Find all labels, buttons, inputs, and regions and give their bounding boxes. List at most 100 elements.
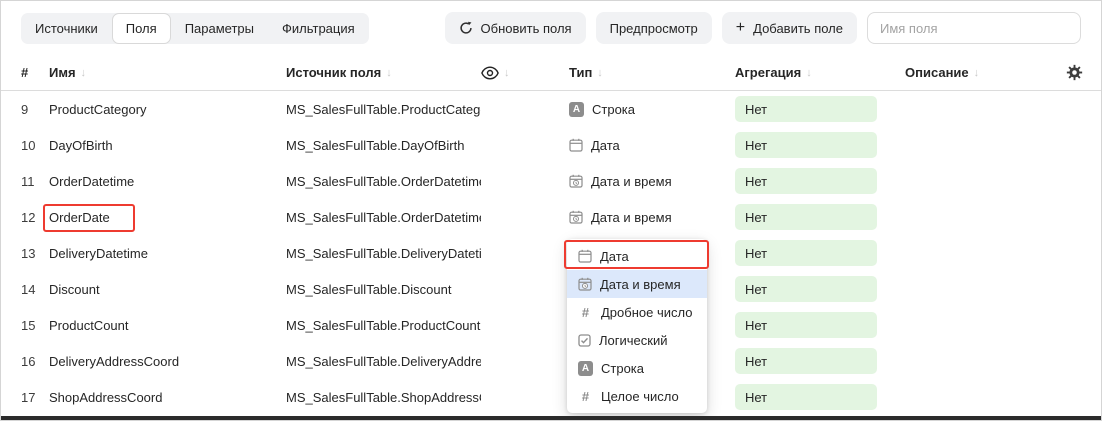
- field-name-cell[interactable]: Discount: [49, 282, 286, 297]
- header-aggregation[interactable]: Агрегация↓: [735, 65, 905, 80]
- table-header: # Имя↓ Источник поля↓ ↓ Тип↓ Агрегация↓ …: [1, 55, 1101, 91]
- type-option-string[interactable]: A Строка: [567, 354, 707, 382]
- field-name-cell[interactable]: ProductCount: [49, 318, 286, 333]
- type-option-boolean[interactable]: Логический: [567, 326, 707, 354]
- header-description[interactable]: Описание↓: [905, 65, 1055, 80]
- toolbar-actions: Обновить поля Предпросмотр + Добавить по…: [445, 12, 1081, 44]
- aggregation-badge[interactable]: Нет: [735, 276, 877, 302]
- field-source-cell: MS_SalesFullTable.ProductCategory: [286, 102, 481, 117]
- field-aggregation-select[interactable]: Нет: [735, 240, 905, 266]
- aggregation-badge[interactable]: Нет: [735, 312, 877, 338]
- field-type-select[interactable]: Дата: [569, 138, 735, 153]
- field-aggregation-select[interactable]: Нет: [735, 312, 905, 338]
- calendar-clock-icon: [569, 174, 583, 188]
- table-row: 11 OrderDatetime MS_SalesFullTable.Order…: [1, 163, 1101, 199]
- field-name-cell[interactable]: OrderDate: [49, 210, 286, 225]
- header-type[interactable]: Тип↓: [569, 65, 735, 80]
- aggregation-badge[interactable]: Нет: [735, 384, 877, 410]
- field-type-select[interactable]: A Строка: [569, 102, 735, 117]
- row-index: 11: [21, 174, 49, 189]
- field-source-cell: MS_SalesFullTable.ProductCount: [286, 318, 481, 333]
- sort-down-icon: ↓: [386, 67, 392, 79]
- sort-down-icon: ↓: [806, 67, 812, 79]
- row-index: 9: [21, 102, 49, 117]
- calendar-icon: [578, 249, 592, 263]
- table-row: 17 ShopAddressCoord MS_SalesFullTable.Sh…: [1, 379, 1101, 415]
- header-visibility[interactable]: ↓: [481, 66, 569, 80]
- sort-down-icon: ↓: [81, 67, 87, 79]
- sort-down-icon: ↓: [974, 67, 980, 79]
- type-option-integer[interactable]: # Целое число: [567, 382, 707, 410]
- field-type-label: Дата и время: [591, 210, 672, 225]
- field-aggregation-select[interactable]: Нет: [735, 348, 905, 374]
- field-type-label: Дата и время: [591, 174, 672, 189]
- field-name-search-input[interactable]: [867, 12, 1081, 44]
- field-name-cell[interactable]: DeliveryDatetime: [49, 246, 286, 261]
- header-source[interactable]: Источник поля↓: [286, 65, 481, 80]
- field-aggregation-select[interactable]: Нет: [735, 96, 905, 122]
- aggregation-badge[interactable]: Нет: [735, 132, 877, 158]
- preview-label: Предпросмотр: [610, 21, 698, 36]
- field-source-cell: MS_SalesFullTable.Discount: [286, 282, 481, 297]
- field-source-cell: MS_SalesFullTable.DeliveryAddressCoord: [286, 354, 481, 369]
- field-type-select[interactable]: Дата и время: [569, 174, 735, 189]
- field-type-select[interactable]: Дата и время: [569, 210, 735, 225]
- preview-button[interactable]: Предпросмотр: [596, 12, 712, 44]
- aggregation-badge[interactable]: Нет: [735, 204, 877, 230]
- add-field-label: Добавить поле: [753, 21, 843, 36]
- column-settings-button[interactable]: [1055, 64, 1101, 81]
- field-source-cell: MS_SalesFullTable.ShopAddressCoord: [286, 390, 481, 405]
- aggregation-badge[interactable]: Нет: [735, 348, 877, 374]
- eye-icon: [481, 66, 499, 80]
- refresh-fields-button[interactable]: Обновить поля: [445, 12, 586, 44]
- field-aggregation-select[interactable]: Нет: [735, 384, 905, 410]
- field-name-cell[interactable]: OrderDatetime: [49, 174, 286, 189]
- header-name[interactable]: Имя↓: [49, 65, 286, 80]
- table-row: 13 DeliveryDatetime MS_SalesFullTable.De…: [1, 235, 1101, 271]
- field-source-cell: MS_SalesFullTable.OrderDatetime: [286, 210, 481, 225]
- hash-icon: #: [578, 389, 593, 404]
- table-row: 15 ProductCount MS_SalesFullTable.Produc…: [1, 307, 1101, 343]
- tab-filtering[interactable]: Фильтрация: [268, 13, 369, 44]
- calendar-clock-icon: [578, 277, 592, 291]
- type-option-date[interactable]: Дата: [567, 242, 707, 270]
- string-icon: A: [569, 102, 584, 117]
- field-type-dropdown: Дата Дата и время # Дробное число Логиче…: [567, 239, 707, 413]
- row-index: 13: [21, 246, 49, 261]
- header-index: #: [21, 65, 49, 80]
- field-aggregation-select[interactable]: Нет: [735, 168, 905, 194]
- field-aggregation-select[interactable]: Нет: [735, 132, 905, 158]
- sort-down-icon: ↓: [597, 67, 603, 79]
- calendar-clock-icon: [569, 210, 583, 224]
- calendar-icon: [569, 138, 583, 152]
- field-aggregation-select[interactable]: Нет: [735, 204, 905, 230]
- type-option-datetime[interactable]: Дата и время: [567, 270, 707, 298]
- dataset-fields-screen: Источники Поля Параметры Фильтрация Обно…: [0, 0, 1102, 421]
- table-row: 16 DeliveryAddressCoord MS_SalesFullTabl…: [1, 343, 1101, 379]
- aggregation-badge[interactable]: Нет: [735, 168, 877, 194]
- row-index: 17: [21, 390, 49, 405]
- field-name-cell[interactable]: ShopAddressCoord: [49, 390, 286, 405]
- field-name-cell[interactable]: DeliveryAddressCoord: [49, 354, 286, 369]
- window-bottom-edge: [1, 416, 1101, 420]
- field-type-label: Дата: [591, 138, 620, 153]
- sort-down-icon: ↓: [504, 67, 510, 79]
- add-field-button[interactable]: + Добавить поле: [722, 12, 857, 44]
- gear-icon: [1066, 64, 1083, 81]
- table-row: 12 OrderDate MS_SalesFullTable.OrderDate…: [1, 199, 1101, 235]
- field-name-cell[interactable]: ProductCategory: [49, 102, 286, 117]
- tab-fields[interactable]: Поля: [112, 13, 171, 44]
- field-name-cell[interactable]: DayOfBirth: [49, 138, 286, 153]
- row-index: 16: [21, 354, 49, 369]
- tab-parameters[interactable]: Параметры: [171, 13, 268, 44]
- refresh-icon: [459, 21, 473, 35]
- aggregation-badge[interactable]: Нет: [735, 240, 877, 266]
- field-source-cell: MS_SalesFullTable.DeliveryDatetime: [286, 246, 481, 261]
- type-option-float[interactable]: # Дробное число: [567, 298, 707, 326]
- string-icon: A: [578, 361, 593, 376]
- field-aggregation-select[interactable]: Нет: [735, 276, 905, 302]
- tab-sources[interactable]: Источники: [21, 13, 112, 44]
- aggregation-badge[interactable]: Нет: [735, 96, 877, 122]
- row-index: 12: [21, 210, 49, 225]
- hash-icon: #: [578, 305, 593, 320]
